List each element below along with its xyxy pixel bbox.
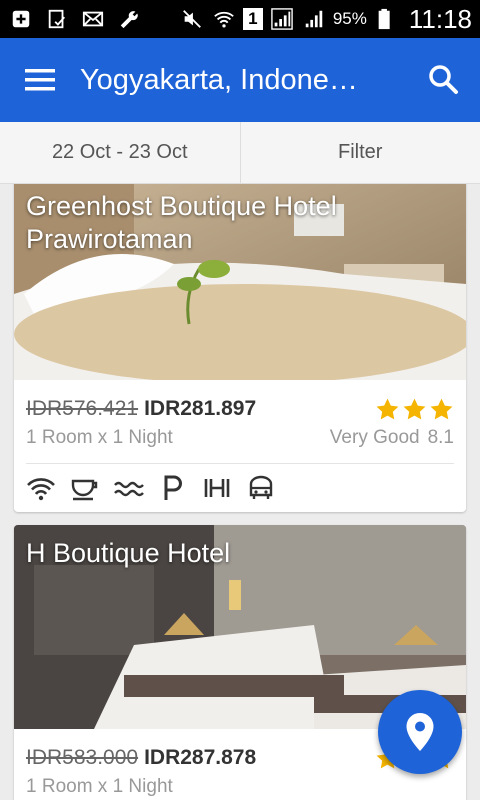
- stay-summary: 1 Room x 1 Night: [26, 776, 173, 797]
- original-price: IDR583.000: [26, 746, 139, 769]
- breakfast-icon: [70, 473, 100, 503]
- signal-icon: [301, 8, 327, 30]
- star-icon: [376, 398, 399, 419]
- hotel-name-line: Greenhost Boutique Hotel: [26, 191, 337, 221]
- sim-1-icon: 1: [242, 8, 263, 30]
- wifi-icon: [211, 8, 237, 30]
- discount-price: IDR281.897: [144, 397, 257, 420]
- gym-icon: [202, 473, 232, 503]
- date-range-button[interactable]: 22 Oct - 23 Oct: [0, 122, 240, 183]
- battery-percent: 95%: [332, 9, 367, 28]
- clock: 11:18: [408, 3, 472, 34]
- star-icon: [430, 398, 453, 419]
- rating-label: Very Good: [329, 427, 420, 448]
- map-view-button[interactable]: [378, 690, 462, 774]
- wifi-icon: [26, 473, 56, 503]
- star-rating: [375, 397, 454, 422]
- mail-icon: [80, 8, 106, 30]
- clipboard-check-icon: [44, 8, 70, 30]
- battery-icon: [373, 8, 399, 30]
- hotel-name-line: Prawirotaman: [26, 224, 193, 254]
- signal-icon: [269, 8, 295, 30]
- shuttle-icon: [246, 473, 276, 503]
- amenities: [26, 464, 454, 512]
- filter-bar: 22 Oct - 23 Oct Filter: [0, 122, 480, 184]
- discount-price: IDR287.878: [144, 746, 257, 769]
- add-box-icon: [8, 8, 34, 30]
- star-icon: [403, 398, 426, 419]
- status-bar: 1 95% 11:18: [0, 0, 480, 38]
- page-title[interactable]: Yogyakarta, Indone…: [80, 64, 380, 97]
- pool-icon: [114, 473, 144, 503]
- wrench-icon: [116, 8, 142, 30]
- original-price: IDR576.421: [26, 397, 139, 420]
- search-button[interactable]: [426, 62, 462, 98]
- hotel-photo: Greenhost Boutique Hotel Prawirotaman: [14, 184, 466, 380]
- parking-icon: [158, 473, 188, 503]
- hotel-card[interactable]: Greenhost Boutique Hotel Prawirotaman ID…: [14, 184, 466, 512]
- hotel-name: H Boutique Hotel: [26, 538, 231, 568]
- hotel-name: Greenhost Boutique Hotel Prawirotaman: [26, 190, 337, 256]
- rating-score: 8.1: [427, 427, 454, 448]
- muted-icon: [179, 8, 205, 30]
- map-pin-icon: [406, 713, 434, 751]
- search-icon: [429, 65, 458, 94]
- menu-button[interactable]: [0, 38, 80, 122]
- hamburger-menu-icon: [25, 69, 55, 91]
- filter-button[interactable]: Filter: [239, 122, 480, 183]
- stay-summary: 1 Room x 1 Night: [26, 427, 173, 448]
- app-bar: Yogyakarta, Indone…: [0, 38, 480, 122]
